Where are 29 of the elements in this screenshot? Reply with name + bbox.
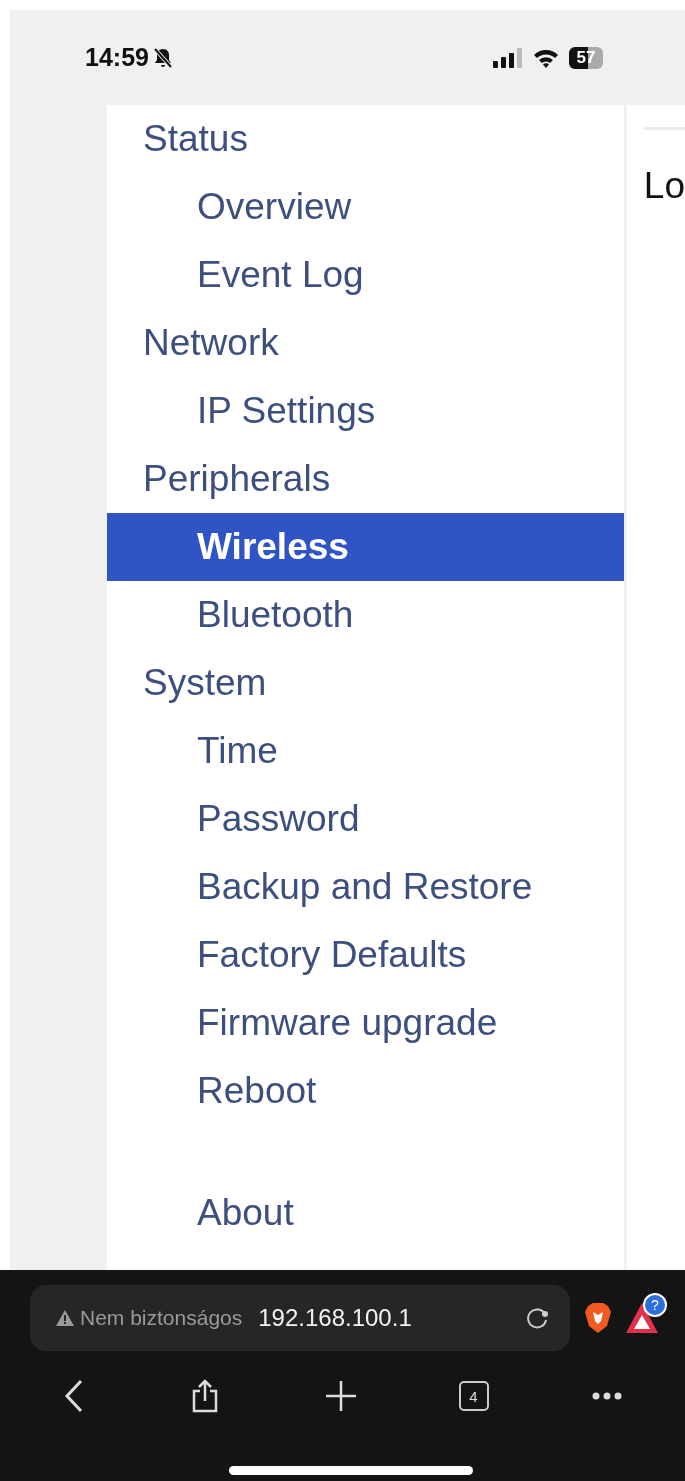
- help-badge: ?: [643, 1293, 667, 1317]
- nav-item[interactable]: Factory Defaults: [107, 921, 624, 989]
- nav-item[interactable]: About: [107, 1179, 624, 1247]
- nav-item[interactable]: Firmware upgrade: [107, 989, 624, 1057]
- signal-icon: [493, 47, 523, 68]
- nav-item[interactable]: Reboot: [107, 1057, 624, 1125]
- nav-item[interactable]: Bluetooth: [107, 581, 624, 649]
- nav-item[interactable]: Password: [107, 785, 624, 853]
- nav-item[interactable]: Time: [107, 717, 624, 785]
- nav-heading[interactable]: Status: [107, 105, 624, 173]
- nav-heading[interactable]: System: [107, 649, 624, 717]
- lion-shield-icon[interactable]: [584, 1302, 612, 1334]
- security-label: Nem biztonságos: [80, 1306, 243, 1330]
- address-bar[interactable]: Nem biztonságos 192.168.100.1: [30, 1285, 570, 1351]
- reload-icon[interactable]: [524, 1305, 550, 1331]
- nav-item[interactable]: Backup and Restore: [107, 853, 624, 921]
- tabs-button[interactable]: 4: [458, 1381, 489, 1411]
- nav-item[interactable]: Overview: [107, 173, 624, 241]
- warning-icon: [56, 1310, 74, 1326]
- nav-heading[interactable]: Network: [107, 309, 624, 377]
- nav-item[interactable]: Event Log: [107, 241, 624, 309]
- clock-time: 14:59: [85, 43, 149, 72]
- wifi-icon: [533, 47, 559, 68]
- nav-item[interactable]: IP Settings: [107, 377, 624, 445]
- url-text: 192.168.100.1: [258, 1304, 413, 1332]
- muted-bell-icon: [152, 46, 173, 69]
- page-heading: Lo: [643, 165, 685, 207]
- nav-heading[interactable]: Peripherals: [107, 445, 624, 513]
- nav-item[interactable]: Wireless: [107, 513, 624, 581]
